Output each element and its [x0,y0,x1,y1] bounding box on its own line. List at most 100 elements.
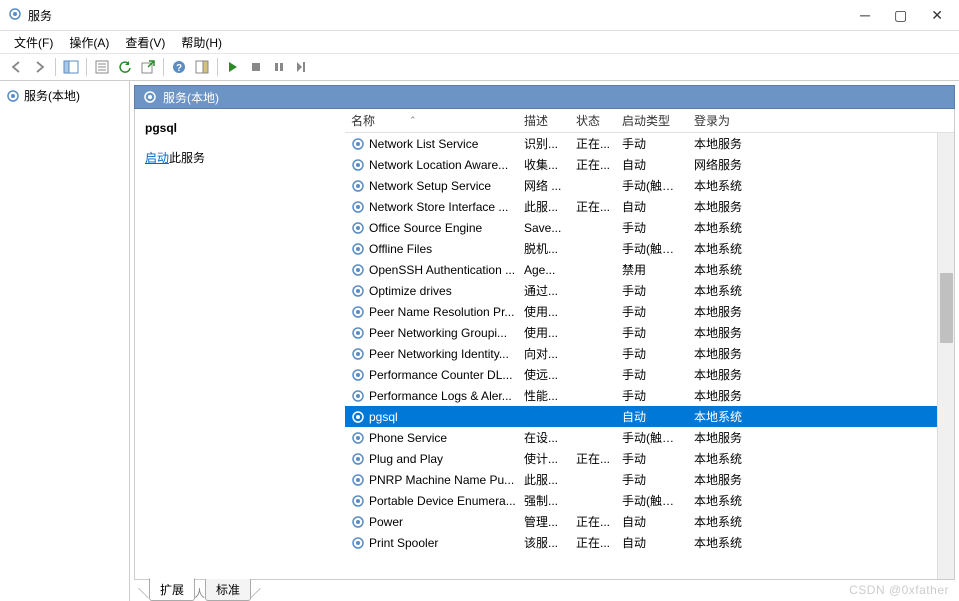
tree-pane: 服务(本地) [0,81,130,601]
service-startup: 自动 [616,156,688,173]
service-name: Print Spooler [369,536,438,550]
service-row[interactable]: Peer Name Resolution Pr...使用...手动本地服务 [345,301,954,322]
service-row[interactable]: Power管理...正在...自动本地系统 [345,511,954,532]
gear-icon [351,158,365,172]
service-logon: 本地系统 [688,408,768,425]
service-startup: 手动 [616,135,688,152]
gear-icon [351,410,365,424]
service-row[interactable]: Optimize drives通过...手动本地系统 [345,280,954,301]
window-controls: ─ ▢ ✕ [860,7,951,24]
properties-button[interactable] [91,56,113,78]
help-button[interactable]: ? [168,56,190,78]
service-name: pgsql [369,410,398,424]
menu-bar: 文件(F) 操作(A) 查看(V) 帮助(H) [0,31,959,53]
service-row[interactable]: PNRP Machine Name Pu...此服...手动本地服务 [345,469,954,490]
col-desc[interactable]: 描述 [518,109,570,132]
maximize-button[interactable]: ▢ [894,7,907,24]
gear-icon [351,494,365,508]
forward-button[interactable] [29,56,51,78]
service-row[interactable]: Plug and Play使计...正在...手动本地系统 [345,448,954,469]
restart-service-button[interactable] [291,56,313,78]
refresh-button[interactable] [114,56,136,78]
minimize-button[interactable]: ─ [860,7,870,24]
gear-icon [351,431,365,445]
service-row[interactable]: Performance Counter DL...使远...手动本地服务 [345,364,954,385]
service-row[interactable]: Phone Service在设...手动(触发...本地服务 [345,427,954,448]
gear-icon [351,179,365,193]
col-logon[interactable]: 登录为 [688,109,768,132]
service-row[interactable]: Portable Device Enumera...强制...手动(触发...本… [345,490,954,511]
gear-icon [351,452,365,466]
gear-icon [143,90,157,104]
gear-icon [351,515,365,529]
stop-service-button[interactable] [245,56,267,78]
service-startup: 手动 [616,471,688,488]
menu-help[interactable]: 帮助(H) [175,32,228,53]
tab-standard[interactable]: 标准 [205,579,251,601]
service-desc: Age... [518,263,570,277]
menu-file[interactable]: 文件(F) [8,32,59,53]
service-name: Peer Networking Groupi... [369,326,507,340]
service-logon: 本地系统 [688,534,768,551]
service-row[interactable]: Offline Files脱机...手动(触发...本地系统 [345,238,954,259]
service-status: 正在... [570,156,616,173]
scrollbar-thumb[interactable] [940,273,953,343]
service-row[interactable]: Peer Networking Identity...向对...手动本地服务 [345,343,954,364]
service-row[interactable]: Network Setup Service网络 ...手动(触发...本地系统 [345,175,954,196]
show-hide-tree-button[interactable] [60,56,82,78]
service-row[interactable]: Peer Networking Groupi... 使用... 手动本地服务 [345,322,954,343]
service-startup: 自动 [616,198,688,215]
col-status[interactable]: 状态 [570,109,616,132]
service-desc: 强制... [518,492,570,509]
tree-root-label: 服务(本地) [24,87,80,104]
list-body[interactable]: Network List Service识别...正在...手动本地服务Netw… [345,133,954,579]
service-status: 正在... [570,198,616,215]
service-desc: 此服... [518,198,570,215]
service-desc: 向对... [518,345,570,362]
gear-icon [6,89,20,103]
service-desc: 使计... [518,450,570,467]
bottom-tabs: ＼ 扩展 人 标准 ／ [134,579,955,601]
tab-extended[interactable]: 扩展 [149,578,195,601]
gear-icon [351,368,365,382]
vertical-scrollbar[interactable] [937,133,954,579]
service-name: Performance Counter DL... [369,368,512,382]
service-row[interactable]: Office Source EngineSave...手动本地系统 [345,217,954,238]
service-name: Network Setup Service [369,179,491,193]
action-pane-button[interactable] [191,56,213,78]
start-link[interactable]: 启动 [145,151,169,165]
service-logon: 本地服务 [688,135,768,152]
service-row[interactable]: Network Location Aware...收集...正在...自动网络服… [345,154,954,175]
service-list: 名称⌃ 描述 状态 启动类型 登录为 Network List Service识… [345,109,954,579]
menu-view[interactable]: 查看(V) [119,32,171,53]
service-row[interactable]: Print Spooler该服...正在...自动本地系统 [345,532,954,553]
service-startup: 手动(触发... [616,429,688,446]
service-name: Phone Service [369,431,447,445]
service-startup: 手动 [616,324,688,341]
service-logon: 本地服务 [688,324,768,341]
service-row[interactable]: Performance Logs & Aler...性能...手动本地服务 [345,385,954,406]
col-startup[interactable]: 启动类型 [616,109,688,132]
service-row[interactable]: pgsql自动本地系统 [345,406,954,427]
service-desc: 使用... [518,324,570,341]
pause-service-button[interactable] [268,56,290,78]
start-service-button[interactable] [222,56,244,78]
detail-panel: pgsql 启动此服务 [135,109,345,579]
close-button[interactable]: ✕ [931,7,943,24]
export-button[interactable] [137,56,159,78]
service-logon: 本地系统 [688,282,768,299]
tree-root-item[interactable]: 服务(本地) [2,85,127,106]
menu-action[interactable]: 操作(A) [63,32,115,53]
service-row[interactable]: Network List Service识别...正在...手动本地服务 [345,133,954,154]
back-button[interactable] [6,56,28,78]
service-name: Peer Name Resolution Pr... [369,305,514,319]
col-name[interactable]: 名称⌃ [345,109,518,132]
service-startup: 自动 [616,513,688,530]
service-desc: 网络 ... [518,177,570,194]
service-desc: 管理... [518,513,570,530]
service-startup: 禁用 [616,261,688,278]
service-row[interactable]: Network Store Interface ...此服...正在...自动本… [345,196,954,217]
action-line: 启动此服务 [145,149,335,166]
gear-icon [351,263,365,277]
service-row[interactable]: OpenSSH Authentication ...Age...禁用本地系统 [345,259,954,280]
